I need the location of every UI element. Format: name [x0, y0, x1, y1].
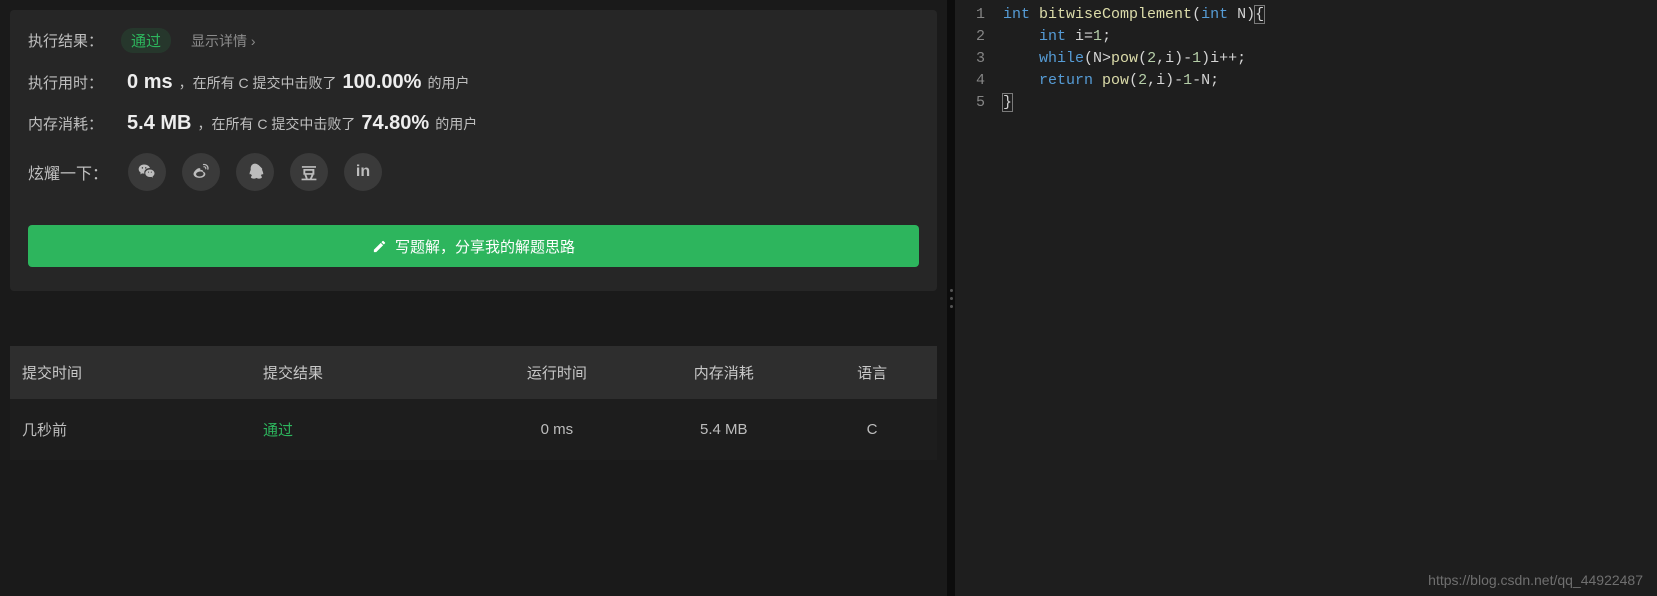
code-area[interactable]: int bitwiseComplement(int N){ int i=1; w…: [1003, 0, 1657, 596]
code-line: return pow(2,i)-1-N;: [1003, 70, 1657, 92]
th-time: 提交时间: [10, 346, 251, 399]
left-pane: 执行结果： 通过 显示详情 执行用时： 0 ms ，在所有 C 提交中击败了 1…: [0, 0, 947, 596]
memory-mid: ，在所有 C 提交中击败了: [197, 114, 355, 134]
pane-divider[interactable]: [947, 0, 955, 596]
cursor: {: [1255, 6, 1264, 23]
linkedin-icon[interactable]: in: [344, 153, 382, 191]
runtime-label: 执行用时：: [28, 72, 103, 93]
cell-result: 通过: [251, 399, 473, 460]
th-lang: 语言: [807, 346, 937, 399]
runtime-pct: 100.00%: [343, 71, 422, 94]
code-line: while(N>pow(2,i)-1)i++;: [1003, 48, 1657, 70]
cell-memory: 5.4 MB: [640, 399, 807, 460]
th-runtime: 运行时间: [473, 346, 640, 399]
th-memory: 内存消耗: [640, 346, 807, 399]
th-result: 提交结果: [251, 346, 473, 399]
memory-label: 内存消耗：: [28, 113, 103, 134]
table-row[interactable]: 几秒前 通过 0 ms 5.4 MB C: [10, 399, 937, 460]
memory-pct: 74.80%: [361, 112, 429, 135]
submissions-table: 提交时间 提交结果 运行时间 内存消耗 语言 几秒前 通过 0 ms 5.4 M…: [10, 346, 937, 460]
share-label: 炫耀一下：: [28, 160, 108, 184]
qq-icon[interactable]: [236, 153, 274, 191]
memory-suffix: 的用户: [435, 114, 477, 134]
line-number: 2: [955, 26, 1003, 48]
write-solution-button[interactable]: 写题解，分享我的解题思路: [28, 225, 919, 267]
runtime-suffix: 的用户: [427, 73, 469, 93]
memory-value: 5.4 MB: [127, 112, 191, 135]
result-label: 执行结果：: [28, 30, 103, 51]
douban-icon[interactable]: 豆: [290, 153, 328, 191]
line-number: 3: [955, 48, 1003, 70]
cell-time: 几秒前: [10, 399, 251, 460]
memory-row: 内存消耗： 5.4 MB ，在所有 C 提交中击败了 74.80% 的用户: [28, 112, 919, 135]
runtime-row: 执行用时： 0 ms ，在所有 C 提交中击败了 100.00% 的用户: [28, 71, 919, 94]
code-line: int i=1;: [1003, 26, 1657, 48]
wechat-icon[interactable]: [128, 153, 166, 191]
code-editor[interactable]: 1 2 3 4 5 int bitwiseComplement(int N){ …: [955, 0, 1657, 596]
code-line: }: [1003, 92, 1657, 114]
result-card: 执行结果： 通过 显示详情 执行用时： 0 ms ，在所有 C 提交中击败了 1…: [10, 10, 937, 291]
watermark: https://blog.csdn.net/qq_44922487: [1428, 572, 1643, 588]
cell-lang: C: [807, 399, 937, 460]
line-gutter: 1 2 3 4 5: [955, 0, 1003, 596]
status-badge: 通过: [121, 28, 171, 53]
submissions-table-wrap: 提交时间 提交结果 运行时间 内存消耗 语言 几秒前 通过 0 ms 5.4 M…: [10, 346, 937, 460]
code-line: int bitwiseComplement(int N){: [1003, 4, 1657, 26]
cell-runtime: 0 ms: [473, 399, 640, 460]
share-row: 炫耀一下： 豆 in: [28, 153, 919, 191]
write-solution-label: 写题解，分享我的解题思路: [395, 236, 575, 257]
runtime-mid: ，在所有 C 提交中击败了: [179, 73, 337, 93]
line-number: 4: [955, 70, 1003, 92]
line-number: 1: [955, 4, 1003, 26]
runtime-value: 0 ms: [127, 71, 173, 94]
table-header-row: 提交时间 提交结果 运行时间 内存消耗 语言: [10, 346, 937, 399]
show-detail-link[interactable]: 显示详情: [191, 31, 256, 51]
weibo-icon[interactable]: [182, 153, 220, 191]
line-number: 5: [955, 92, 1003, 114]
result-row: 执行结果： 通过 显示详情: [28, 28, 919, 53]
pencil-icon: [372, 239, 387, 254]
